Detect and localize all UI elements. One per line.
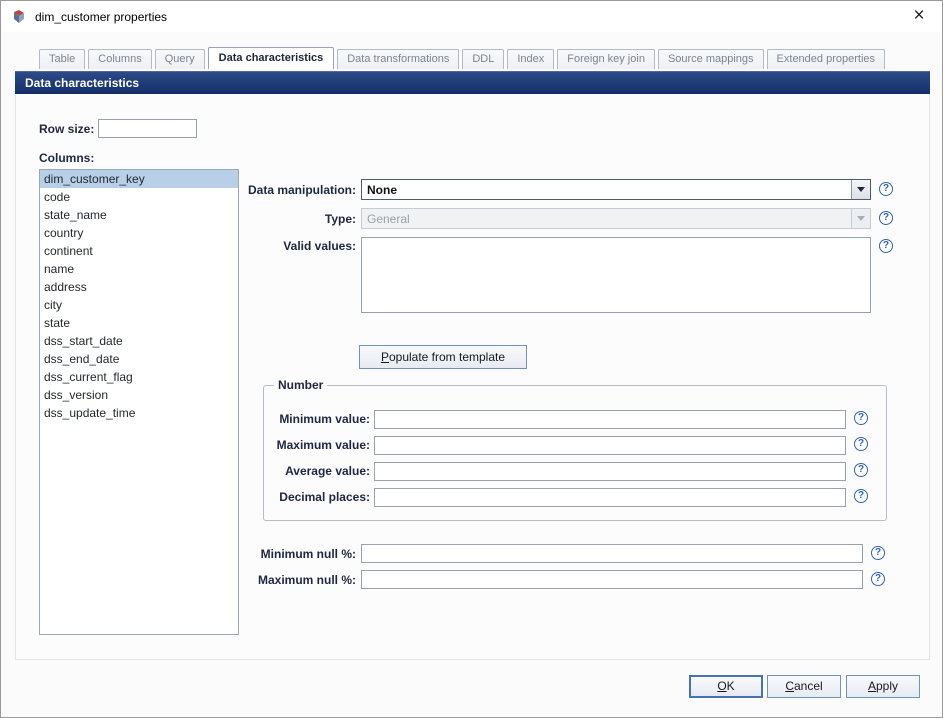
valid-values-textarea[interactable] (361, 237, 871, 313)
maximum-null-label: Maximum null %: (257, 573, 356, 587)
average-value-label: Average value: (285, 464, 370, 478)
list-item[interactable]: country (40, 224, 238, 242)
minimum-null-input[interactable] (361, 544, 863, 563)
list-item[interactable]: dss_start_date (40, 332, 238, 350)
number-group: Number Minimum value:? Maximum value:? Ave… (263, 378, 887, 521)
list-item[interactable]: dim_customer_key (40, 170, 238, 188)
list-item[interactable]: code (40, 188, 238, 206)
tab-source-mappings[interactable]: Source mappings (657, 49, 764, 69)
list-item[interactable]: dss_end_date (40, 350, 238, 368)
tab-foreign-key-join[interactable]: Foreign key join (557, 49, 655, 69)
type-label: Type: (324, 212, 356, 226)
app-icon (14, 9, 24, 23)
tab-query[interactable]: Query (154, 49, 205, 69)
tab-bar: Table Columns Query Data characteristics Dat… (39, 47, 928, 69)
valid-values-label: Valid values: (283, 239, 356, 253)
populate-from-template-button[interactable]: Populate from template (359, 345, 527, 369)
list-item[interactable]: dss_update_time (40, 404, 238, 422)
section-header: Data characteristics (15, 71, 930, 94)
type-value: General (367, 211, 410, 226)
maximum-value-label: Maximum value: (276, 438, 370, 452)
close-icon[interactable]: × (908, 5, 930, 27)
minimum-value-input[interactable] (374, 410, 846, 429)
row-size-label: Row size: (39, 122, 95, 136)
data-manipulation-label: Data manipulation: (247, 183, 356, 197)
tab-columns[interactable]: Columns (88, 49, 152, 69)
minimum-value-label: Minimum value: (279, 412, 370, 426)
maximum-null-help-icon[interactable]: ? (871, 572, 885, 586)
minimum-null-help-icon[interactable]: ? (871, 546, 885, 560)
list-item[interactable]: dss_version (40, 386, 238, 404)
list-item[interactable]: address (40, 278, 238, 296)
data-manipulation-help-icon[interactable]: ? (879, 182, 893, 196)
cancel-button[interactable]: Cancel (767, 675, 841, 698)
list-item[interactable]: city (40, 296, 238, 314)
decimal-places-label: Decimal places: (279, 490, 370, 504)
list-item[interactable]: state_name (40, 206, 238, 224)
list-item[interactable]: state (40, 314, 238, 332)
columns-list[interactable]: dim_customer_key code state_name country con… (39, 169, 239, 635)
tab-data-characteristics[interactable]: Data characteristics (207, 47, 335, 69)
decimal-places-help-icon[interactable]: ? (854, 489, 868, 503)
decimal-places-input[interactable] (374, 488, 846, 507)
chevron-down-icon[interactable] (851, 180, 870, 199)
apply-button[interactable]: Apply (846, 675, 920, 698)
minimum-value-help-icon[interactable]: ? (854, 411, 868, 425)
maximum-value-help-icon[interactable]: ? (854, 437, 868, 451)
tab-data-transformations[interactable]: Data transformations (337, 49, 460, 69)
data-manipulation-combo[interactable]: None (361, 179, 871, 200)
list-item[interactable]: name (40, 260, 238, 278)
chevron-down-icon (851, 209, 870, 228)
type-combo: General (361, 208, 871, 229)
tab-ddl[interactable]: DDL (462, 49, 505, 69)
tab-index[interactable]: Index (507, 49, 555, 69)
tab-extended-properties[interactable]: Extended properties (766, 49, 885, 69)
number-group-title: Number (274, 378, 328, 392)
average-value-help-icon[interactable]: ? (854, 463, 868, 477)
average-value-input[interactable] (374, 462, 846, 481)
ok-button[interactable]: OK (689, 675, 763, 698)
title-bar: dim_customer properties × (1, 1, 942, 32)
type-help-icon[interactable]: ? (879, 211, 893, 225)
minimum-null-label: Minimum null %: (260, 547, 356, 561)
valid-values-help-icon[interactable]: ? (879, 239, 893, 253)
tab-table[interactable]: Table (39, 49, 86, 69)
window-title: dim_customer properties (35, 9, 168, 24)
data-manipulation-value: None (367, 182, 397, 197)
maximum-null-input[interactable] (361, 570, 863, 589)
list-item[interactable]: dss_current_flag (40, 368, 238, 386)
list-item[interactable]: continent (40, 242, 238, 260)
properties-window: dim_customer properties × Table Columns Qu… (0, 0, 943, 718)
columns-label: Columns: (39, 151, 95, 165)
row-size-input[interactable] (98, 119, 197, 138)
maximum-value-input[interactable] (374, 436, 846, 455)
